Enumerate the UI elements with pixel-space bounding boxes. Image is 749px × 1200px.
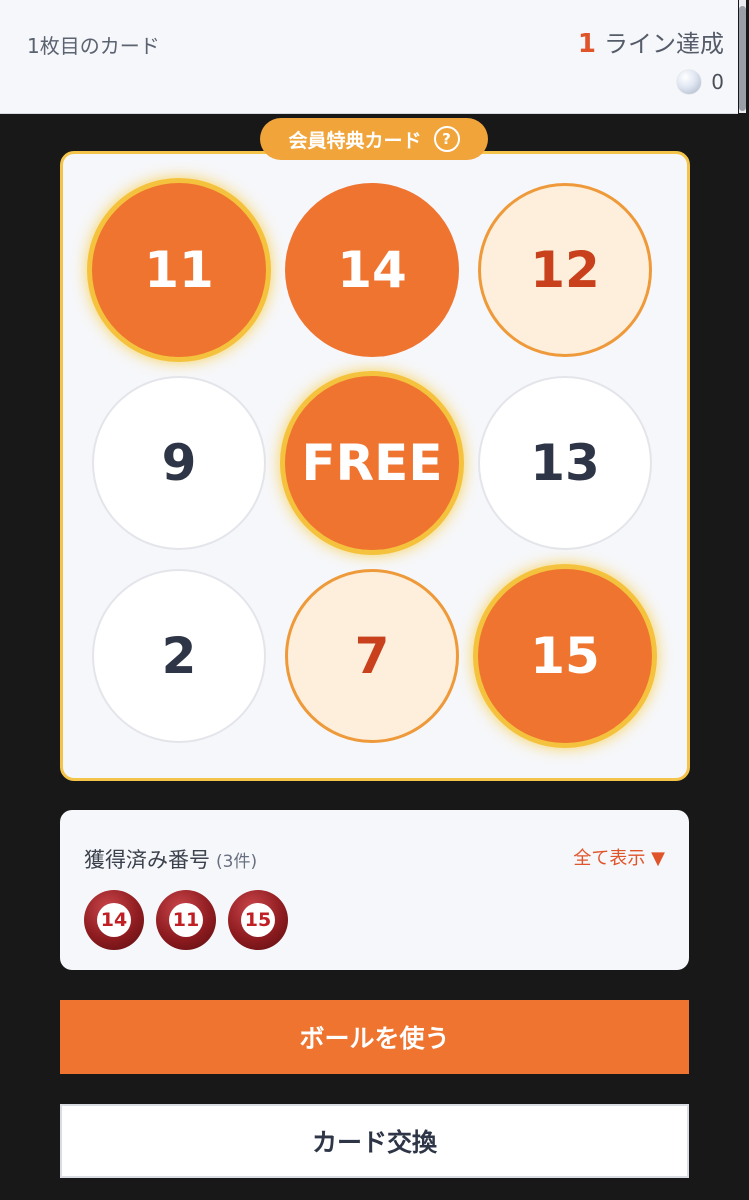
card-header: 1枚目のカード 1 ライン達成 0 — [0, 0, 738, 114]
bingo-cell[interactable]: 2 — [92, 569, 266, 743]
scrollbar-thumb[interactable] — [739, 6, 746, 111]
line-count: 1 — [577, 29, 596, 59]
number-ball: 14 — [84, 890, 144, 950]
card-label: 1枚目のカード — [27, 34, 160, 58]
number-ball: 11 — [156, 890, 216, 950]
bingo-cell[interactable]: 14 — [285, 183, 459, 357]
acquired-balls: 14 11 15 — [84, 890, 288, 950]
exchange-card-button[interactable]: カード交換 — [60, 1104, 689, 1178]
acquired-numbers-panel: 獲得済み番号 (3件) 全て表示 ▼ 14 11 15 — [60, 810, 689, 970]
bingo-cell[interactable]: 9 — [92, 376, 266, 550]
ball-number: 15 — [241, 903, 275, 937]
ball-number: 14 — [97, 903, 131, 937]
member-card-label: 会員特典カード — [288, 129, 422, 152]
bingo-cell[interactable]: 13 — [478, 376, 652, 550]
coin-icon — [677, 70, 702, 94]
show-all-link[interactable]: 全て表示 ▼ — [573, 844, 665, 870]
bingo-cell-free[interactable]: FREE — [285, 376, 459, 550]
bingo-card: 11 14 12 9 FREE 13 2 7 15 — [60, 151, 690, 781]
line-label: ライン達成 — [604, 30, 724, 58]
help-icon[interactable]: ? — [433, 126, 460, 152]
acquired-title-label: 獲得済み番号 — [84, 848, 210, 872]
member-card-badge: 会員特典カード ? — [260, 118, 488, 160]
number-ball: 15 — [228, 890, 288, 950]
ball-number: 11 — [169, 903, 203, 937]
line-status: 1 ライン達成 — [578, 24, 724, 59]
coin-count: 0 — [711, 70, 724, 94]
acquired-title: 獲得済み番号 (3件) — [84, 844, 257, 874]
bingo-cell[interactable]: 11 — [92, 183, 266, 357]
bingo-cell[interactable]: 12 — [478, 183, 652, 357]
bingo-cell[interactable]: 15 — [478, 569, 652, 743]
coin-balance: 0 — [677, 70, 724, 94]
acquired-count: (3件) — [216, 852, 258, 872]
use-ball-button[interactable]: ボールを使う — [60, 1000, 689, 1074]
bingo-cell[interactable]: 7 — [285, 569, 459, 743]
